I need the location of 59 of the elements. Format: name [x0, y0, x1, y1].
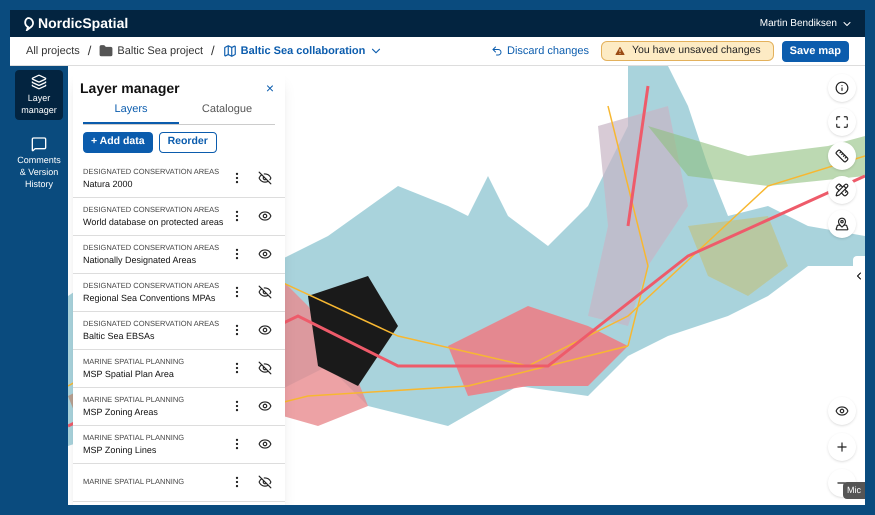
visibility-toggle[interactable] — [257, 437, 273, 451]
logo-icon — [22, 16, 34, 30]
attribution-tooltip: Mic — [843, 482, 865, 499]
visibility-toggle[interactable] — [257, 323, 273, 337]
map-dropdown[interactable]: Baltic Sea collaboration — [222, 42, 384, 60]
layer-name: Baltic Sea EBSAs — [83, 330, 156, 342]
unsaved-changes-warning: You have unsaved changes — [600, 41, 774, 61]
layer-name: Natura 2000 — [83, 178, 134, 190]
eye-icon — [258, 209, 272, 223]
map-pin-icon — [835, 217, 849, 231]
eye-icon — [835, 404, 849, 418]
eye-off-icon — [258, 171, 272, 185]
user-menu[interactable]: Martin Bendiksen — [760, 16, 853, 31]
discard-changes-button[interactable]: Discard changes — [487, 42, 593, 60]
layer-name: Nationally Designated Areas — [83, 254, 198, 266]
layer-name: MSP Zoning Lines — [83, 444, 158, 456]
folder-icon — [99, 44, 114, 58]
eye-icon — [258, 399, 272, 413]
panel-tab[interactable]: Catalogue — [179, 101, 275, 124]
panel-title: Layer manager — [80, 79, 180, 98]
undo-icon — [491, 45, 504, 57]
warning-icon — [614, 45, 626, 57]
eye-icon — [258, 247, 272, 261]
chat-icon — [31, 136, 47, 152]
breadcrumb-separator: / — [211, 42, 215, 60]
sidebar-item[interactable]: Layer manager — [15, 70, 63, 120]
visibility-toggle[interactable] — [257, 247, 273, 261]
eye-off-icon — [258, 475, 272, 489]
plus-icon — [835, 440, 849, 454]
add-data-button[interactable]: + Add data — [83, 132, 153, 152]
layer-name: Regional Sea Conventions MPAs — [83, 292, 216, 304]
info-icon — [835, 81, 849, 95]
layer-name: MSP Spatial Plan Area — [83, 368, 175, 380]
app-logo: NordicSpatial — [38, 14, 128, 33]
layer-name: World database on protected areas — [83, 216, 224, 228]
breadcrumb-link[interactable]: All projects — [26, 42, 80, 60]
layer-name: MSP Zoning Areas — [83, 406, 159, 418]
visibility-toggle[interactable] — [257, 361, 273, 375]
visibility-toggle[interactable] — [257, 475, 273, 489]
eye-off-icon — [258, 361, 272, 375]
save-map-button[interactable]: Save map — [782, 40, 849, 62]
breadcrumb-separator: / — [88, 42, 92, 60]
fullscreen-icon — [835, 115, 849, 129]
visibility-toggle[interactable] — [257, 285, 273, 299]
visibility-toggle[interactable] — [257, 399, 273, 413]
visibility-toggle[interactable] — [257, 171, 273, 185]
breadcrumb-link[interactable]: Baltic Sea project — [99, 42, 204, 60]
close-button[interactable]: × — [262, 78, 278, 99]
panel-tab[interactable]: Layers — [83, 101, 179, 124]
visibility-toggle[interactable] — [257, 209, 273, 223]
reorder-button[interactable]: Reorder — [158, 132, 217, 152]
ruler-icon — [835, 149, 849, 163]
eye-icon — [258, 323, 272, 337]
eye-off-icon — [258, 285, 272, 299]
pencil-ruler-icon — [835, 183, 849, 197]
map-icon — [222, 44, 237, 58]
sidebar-item[interactable]: Comments & Version History — [15, 132, 63, 194]
layers-icon — [31, 74, 47, 90]
eye-icon — [258, 437, 272, 451]
